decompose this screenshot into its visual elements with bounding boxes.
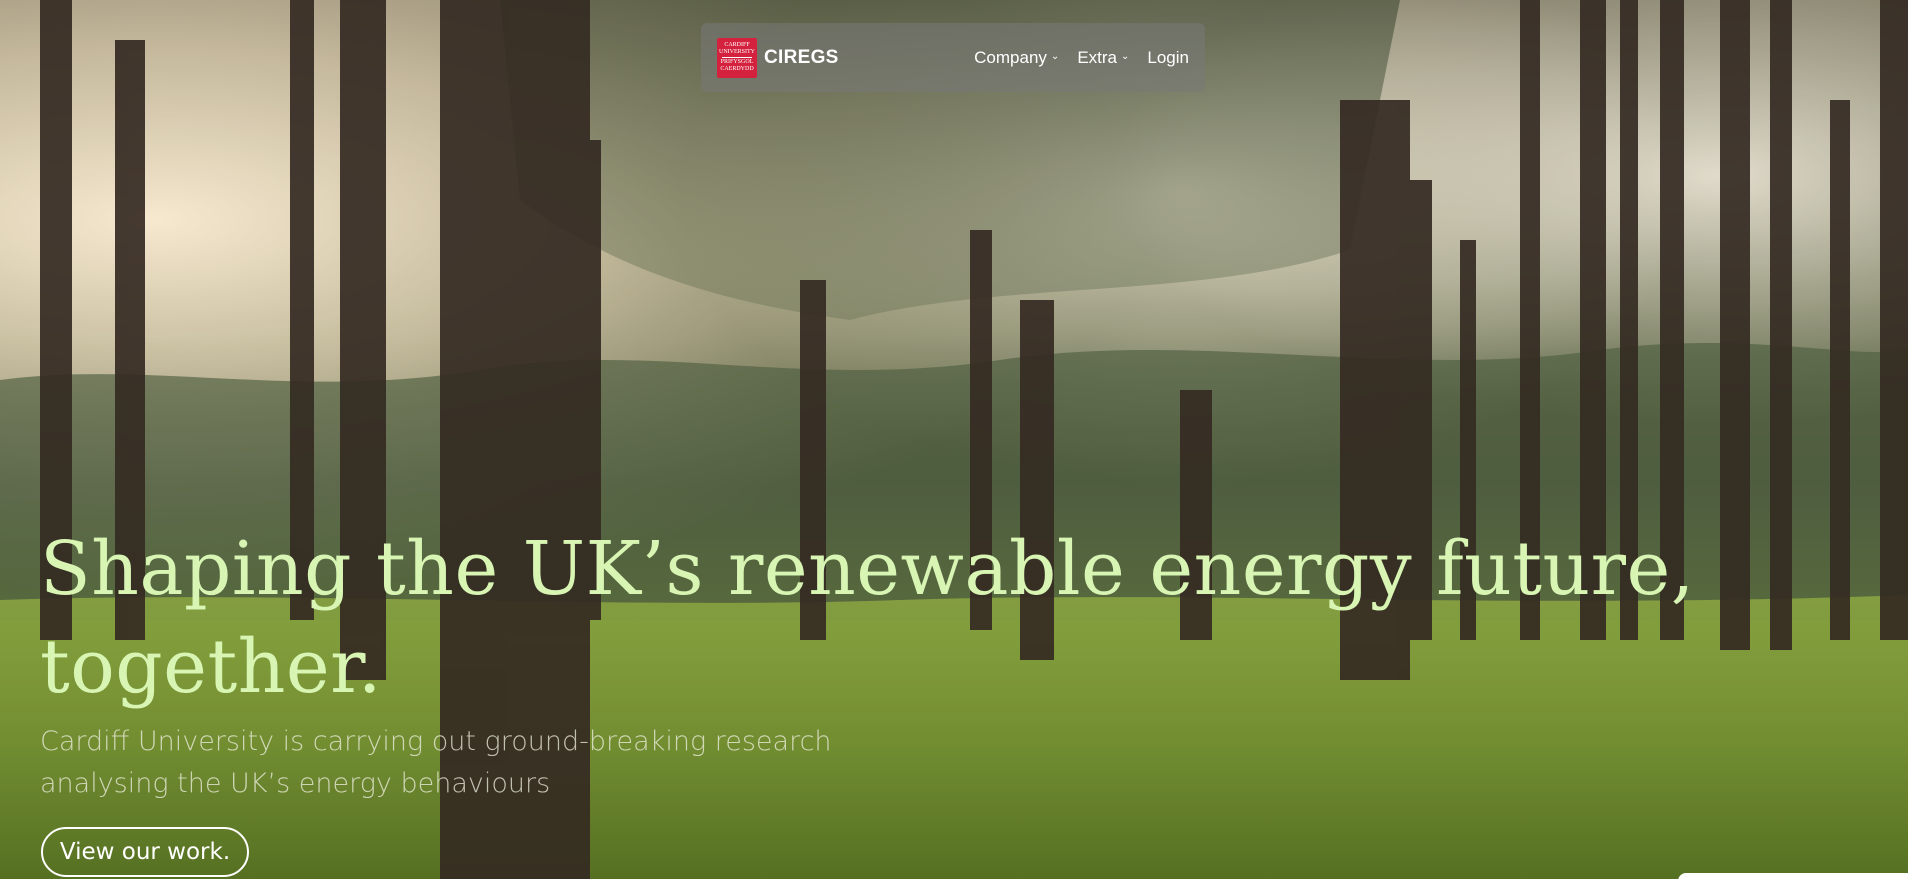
nav-company-dropdown[interactable]: Company ⌄	[974, 48, 1059, 68]
hero-section: CARDIFF UNIVERSITY PRIFYSGOL CAERDYDD CIRE…	[0, 0, 1908, 879]
corner-panel-edge	[1678, 873, 1908, 879]
nav-login-link[interactable]: Login	[1147, 48, 1189, 68]
nav-extra-dropdown[interactable]: Extra ⌄	[1077, 48, 1129, 68]
hero-subtext: Cardiff University is carrying out groun…	[40, 721, 940, 805]
view-our-work-button[interactable]: View our work.	[41, 827, 249, 877]
chevron-down-icon: ⌄	[1121, 51, 1130, 62]
hero-headline: Shaping the UK’s renewable energy future…	[40, 526, 1695, 710]
nav-extra-label: Extra	[1077, 47, 1117, 67]
hero-subtext-line-2: analysing the UK’s energy behaviours	[40, 768, 551, 799]
nav-login-label: Login	[1147, 47, 1189, 67]
chevron-down-icon: ⌄	[1050, 51, 1060, 62]
cardiff-university-logo[interactable]: CARDIFF UNIVERSITY PRIFYSGOL CAERDYDD	[717, 37, 757, 78]
nav-company-label: Company	[974, 47, 1047, 67]
nav-links: Company ⌄ Extra ⌄ Login	[974, 48, 1189, 68]
hero-subtext-line-1: Cardiff University is carrying out groun…	[40, 726, 832, 757]
brand-name[interactable]: CIREGS	[764, 47, 839, 69]
top-navbar: CARDIFF UNIVERSITY PRIFYSGOL CAERDYDD CIRE…	[701, 23, 1205, 92]
